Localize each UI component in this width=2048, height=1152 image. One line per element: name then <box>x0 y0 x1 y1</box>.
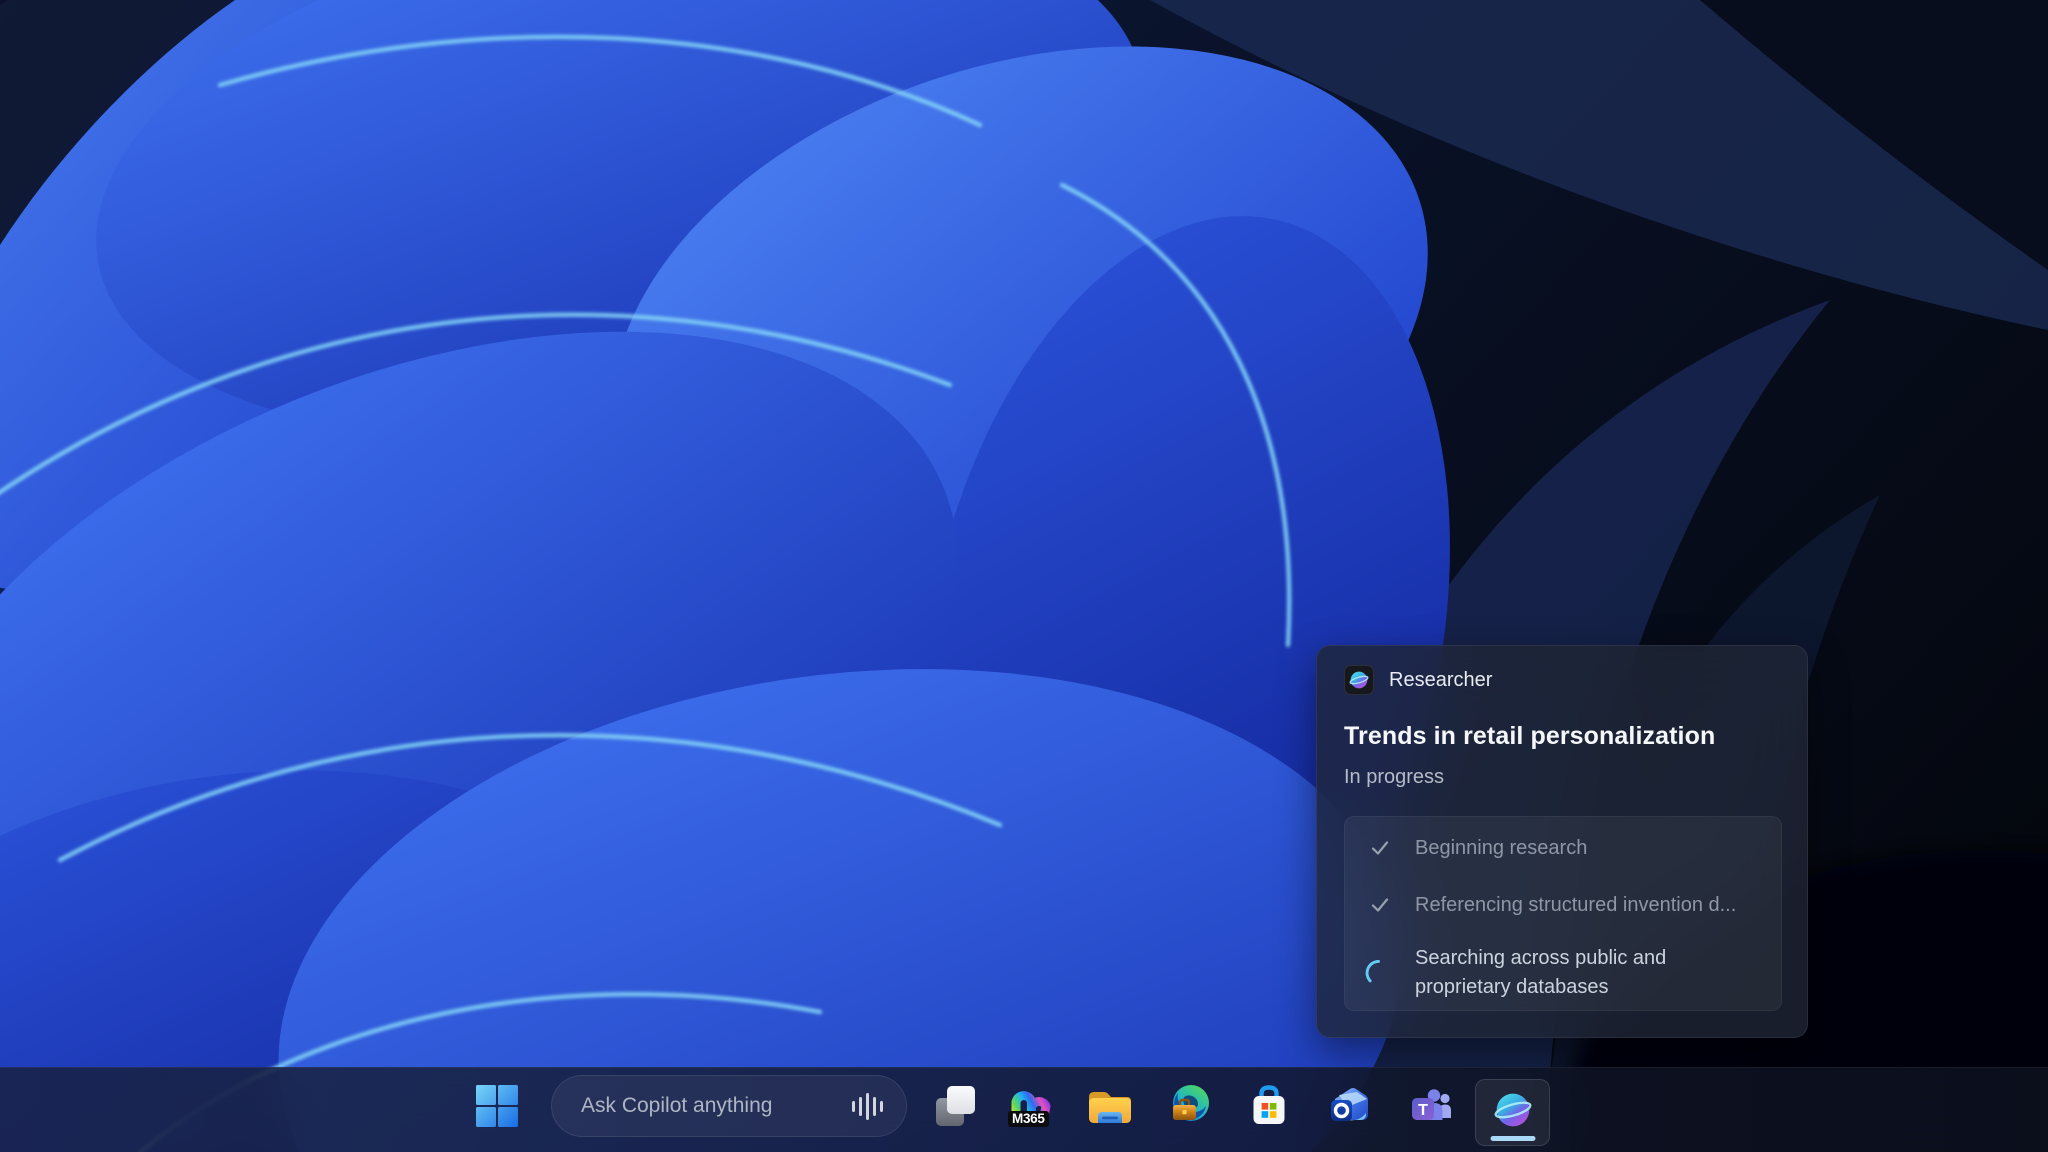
step-label: Beginning research <box>1415 835 1587 861</box>
task-view-icon <box>932 1083 978 1129</box>
edge-briefcase-icon <box>1167 1083 1213 1129</box>
start-button[interactable] <box>474 1083 520 1129</box>
windows-logo-icon <box>475 1084 519 1128</box>
m365-badge: M365 <box>1008 1111 1049 1127</box>
researcher-progress-flyout[interactable]: Researcher Trends in retail personalizat… <box>1316 645 1808 1038</box>
spinner-icon <box>1367 960 1393 986</box>
active-app-indicator <box>1490 1136 1535 1141</box>
copilot-button-active[interactable] <box>1475 1079 1550 1146</box>
teams-icon: T <box>1408 1083 1454 1129</box>
teams-letter: T <box>1418 1102 1428 1119</box>
outlook-icon <box>1327 1083 1373 1129</box>
desktop-screen: Researcher Trends in retail personalizat… <box>0 0 2048 1152</box>
copilot-sphere-icon <box>1349 670 1369 690</box>
researcher-app-icon <box>1344 665 1374 695</box>
microsoft-store-button[interactable] <box>1246 1083 1292 1129</box>
copilot-search-pill[interactable] <box>551 1075 907 1137</box>
app-name: Researcher <box>1389 669 1492 692</box>
m365-copilot-button[interactable]: M365 <box>1007 1083 1053 1129</box>
step-row: Referencing structured invention d... <box>1367 892 1763 918</box>
research-status: In progress <box>1344 764 1780 790</box>
check-icon <box>1367 892 1393 918</box>
step-label: Referencing structured invention d... <box>1415 892 1736 918</box>
copilot-sphere-icon <box>1494 1091 1532 1129</box>
store-bag-icon <box>1246 1083 1292 1129</box>
step-row: Searching across public and proprietary … <box>1367 944 1763 1002</box>
research-steps-card: Beginning research Referencing structure… <box>1344 816 1782 1011</box>
check-icon <box>1367 835 1393 861</box>
step-row: Beginning research <box>1367 835 1763 861</box>
file-explorer-button[interactable] <box>1087 1083 1133 1129</box>
taskbar: M365 <box>0 1067 2048 1152</box>
search-input[interactable] <box>551 1094 852 1118</box>
folder-icon <box>1087 1083 1133 1129</box>
teams-button[interactable]: T <box>1408 1083 1454 1129</box>
flyout-header: Researcher <box>1344 666 1780 694</box>
outlook-button[interactable] <box>1327 1083 1373 1129</box>
task-view-button[interactable] <box>932 1083 978 1129</box>
research-title: Trends in retail personalization <box>1344 721 1780 751</box>
step-label: Searching across public and proprietary … <box>1415 944 1745 1002</box>
voice-waveform-icon[interactable] <box>852 1091 883 1121</box>
edge-for-business-button[interactable] <box>1167 1083 1213 1129</box>
